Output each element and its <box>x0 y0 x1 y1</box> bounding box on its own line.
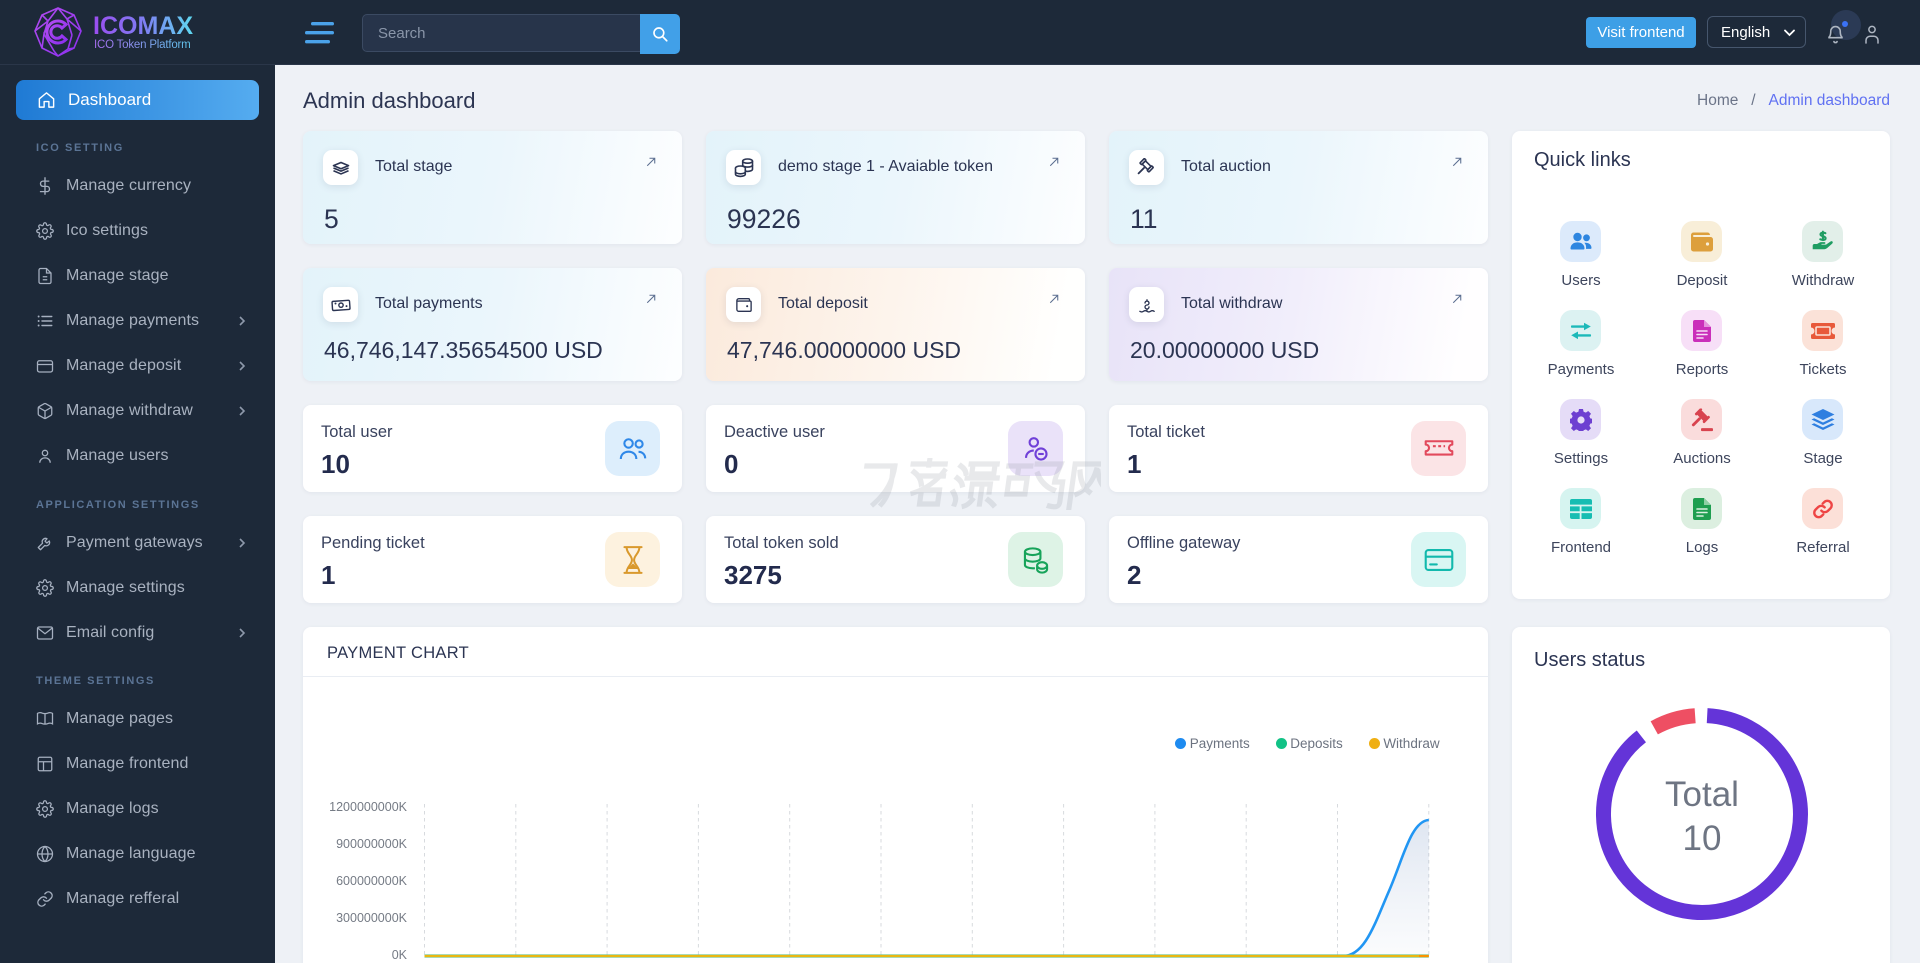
svg-text:Total: Total <box>1665 775 1739 814</box>
svg-text:10: 10 <box>1683 819 1722 858</box>
